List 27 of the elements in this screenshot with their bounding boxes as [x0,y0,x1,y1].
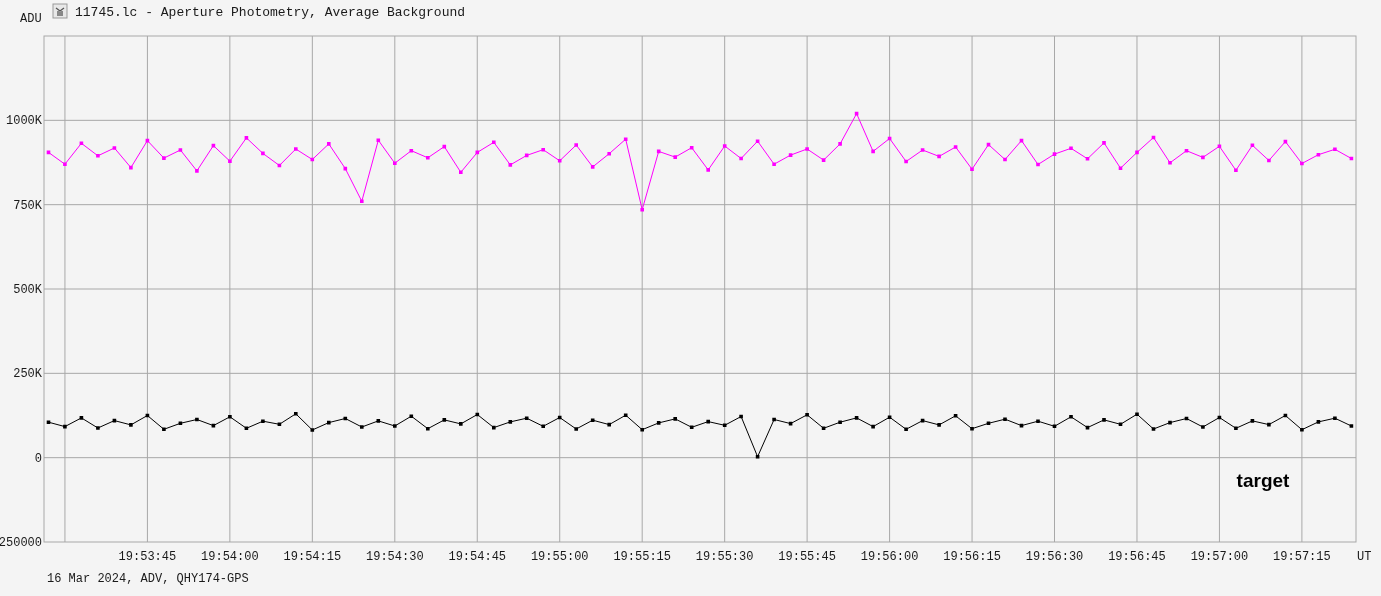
axis-label: 19:57:00 [1190,550,1249,564]
axis-label: 19:56:45 [1108,550,1166,564]
axis-label: 250000 [0,536,42,550]
axis-label: 19:54:45 [448,550,507,564]
window-icon [52,3,68,19]
axis-label: 0 [34,451,42,466]
axis-label: 19:54:15 [283,550,342,564]
axis-label: 19:57:15 [1273,550,1331,564]
axis-label: 1000K [6,114,42,129]
axis-label: 19:56:30 [1025,550,1084,564]
axis-title: UT [1357,550,1372,564]
series-label: target [1236,470,1290,491]
axis-title: ADU [20,12,42,26]
axis-label: 19:55:30 [695,550,754,564]
axis-label: 750K [13,198,42,213]
axis-label: 19:55:45 [778,550,836,564]
axis-label: 19:53:45 [118,550,177,564]
axis-label: 19:55:00 [530,550,589,564]
axis-label: 19:56:15 [943,550,1001,564]
axis-label: 19:54:00 [201,550,259,564]
axis-label: 19:56:00 [860,550,919,564]
axis-label: 19:54:30 [366,550,424,564]
axis-label: 19:55:15 [613,550,671,564]
axis-label: 250K [13,367,42,382]
footer-text: 16 Mar 2024, ADV, QHY174-GPS [47,572,249,586]
axis-label: 500K [13,283,42,297]
window-title: 11745.lc - Aperture Photometry, Average Background [75,5,466,20]
